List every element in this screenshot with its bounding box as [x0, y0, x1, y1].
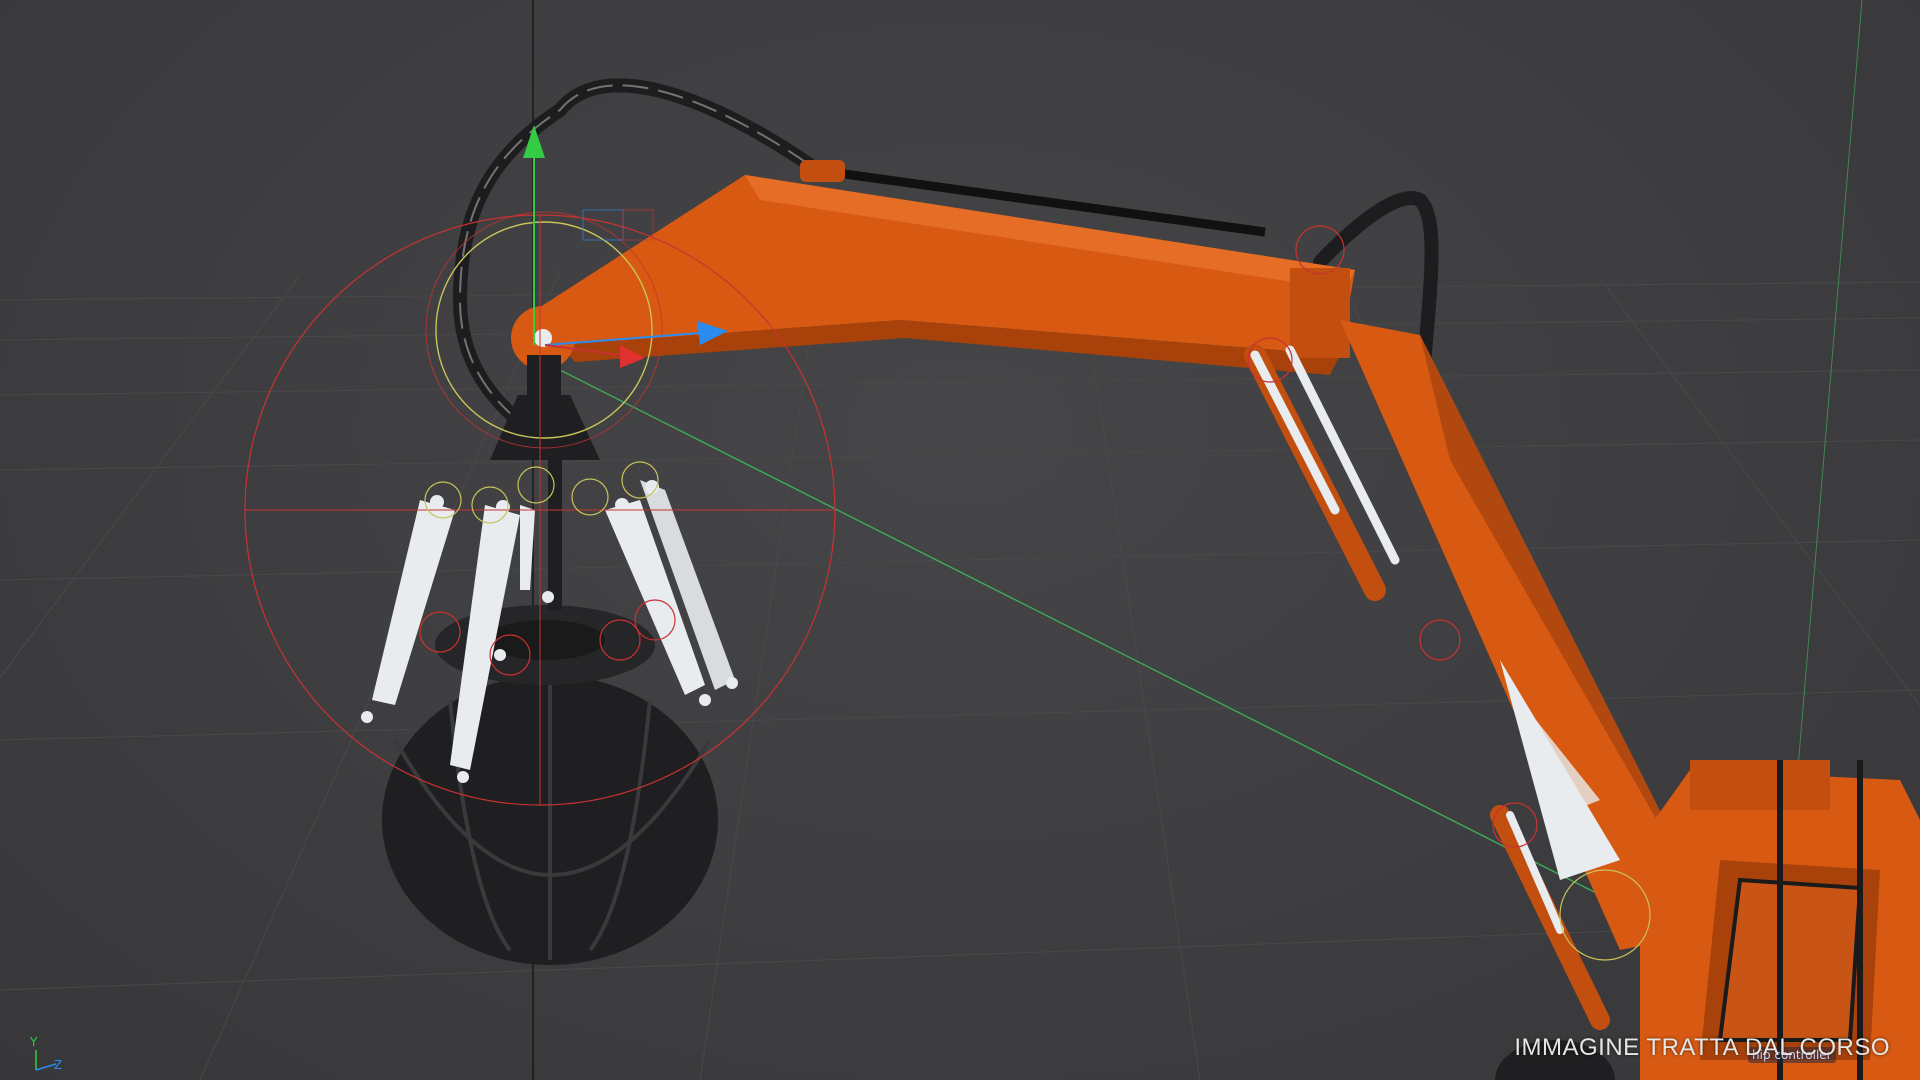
view-axis-gizmo — [35, 1050, 57, 1071]
3d-viewport[interactable]: Y Z hip controller IMMAGINE TRATTA DAL C… — [0, 0, 1920, 1080]
floor-grid — [0, 269, 1920, 1080]
excavator-boom[interactable] — [520, 160, 1355, 375]
axis-z-label: Z — [54, 1058, 63, 1072]
orange-peel-grapple[interactable] — [361, 460, 738, 965]
watermark-text: IMMAGINE TRATTA DAL CORSO — [1514, 1034, 1890, 1061]
scene-canvas[interactable] — [0, 0, 1920, 1080]
axis-y-label: Y — [30, 1035, 38, 1049]
